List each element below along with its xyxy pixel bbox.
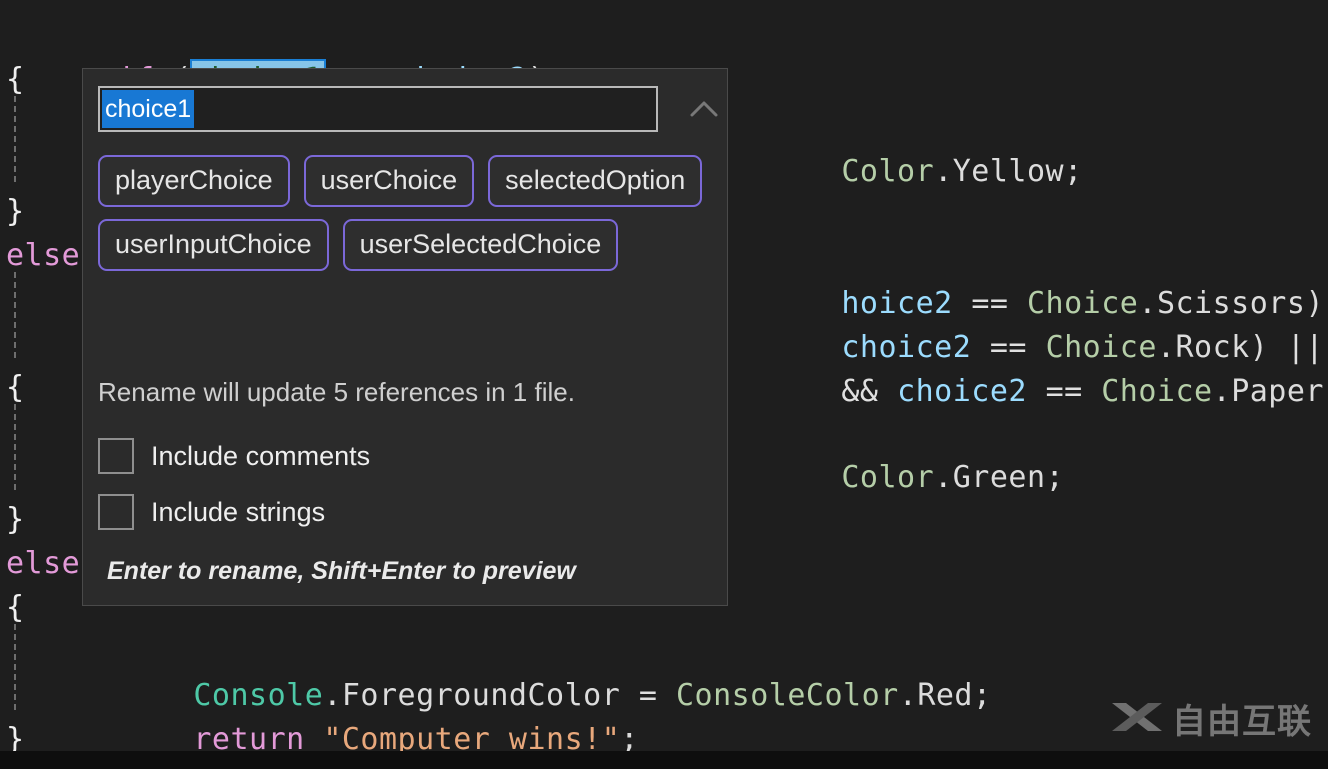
- keyword-else-2: else: [6, 546, 81, 581]
- include-comments-label: Include comments: [151, 440, 371, 471]
- include-strings-checkbox[interactable]: [98, 494, 134, 530]
- semicolon-1: ;: [1064, 154, 1083, 189]
- brace-close-2: }: [6, 502, 25, 537]
- dot-enum: .: [898, 678, 918, 713]
- dot-1: .: [934, 154, 953, 189]
- indent-guide-1: [14, 96, 16, 182]
- keyboard-hint-text: Enter to rename, Shift+Enter to preview: [107, 557, 576, 585]
- sp-a3: [1324, 286, 1328, 321]
- indent-guide-4: [14, 624, 16, 710]
- rename-dialog[interactable]: choice1 playerChoice userChoice selected…: [82, 68, 728, 606]
- watermark-text: 自由互联: [1172, 702, 1312, 742]
- semicolon-2: ;: [1045, 460, 1065, 495]
- suggestion-chip-selectedoption[interactable]: selectedOption: [488, 155, 703, 207]
- sp-c: [879, 374, 898, 409]
- paren-c: )): [1324, 374, 1328, 409]
- indent-guide-3: [14, 404, 16, 490]
- suggestion-chip-playerchoice[interactable]: playerChoice: [98, 155, 290, 207]
- suggestion-chip-userselectedchoice[interactable]: userSelectedChoice: [342, 219, 619, 271]
- code-fragment-color-green: Color.Green;: [730, 412, 1064, 544]
- dot-2: .: [934, 460, 953, 495]
- enum-value-red: Red: [917, 678, 973, 713]
- include-comments-checkbox[interactable]: [98, 438, 134, 474]
- suggestion-chip-userchoice[interactable]: userChoice: [303, 155, 475, 207]
- member-yellow: Yellow: [952, 154, 1065, 189]
- sp-c3: [1083, 374, 1102, 409]
- bottom-bar: [0, 751, 1328, 769]
- member-paper: Paper: [1231, 374, 1324, 409]
- reference-count-note: Rename will update 5 references in 1 fil…: [98, 377, 575, 407]
- eq-c: ==: [1045, 374, 1083, 409]
- brace-close-1: }: [6, 194, 25, 229]
- identifier-choice2-c: choice2: [897, 374, 1027, 409]
- type-color-2: Color: [841, 460, 935, 495]
- dot-c: .: [1212, 374, 1232, 409]
- include-comments-row[interactable]: Include comments: [98, 438, 370, 474]
- rename-suggestions-list: playerChoice userChoice selectedOption u…: [98, 155, 714, 271]
- enum-choice-c: Choice: [1101, 374, 1213, 409]
- semicolon-3: ;: [973, 678, 992, 713]
- assign-operator: =: [638, 678, 658, 713]
- x-logo-icon: [1110, 697, 1164, 741]
- code-fragment-color-yellow: Color.Yellow;: [730, 106, 1083, 238]
- rename-input-row: choice1: [98, 86, 718, 134]
- sp-c2: [1027, 374, 1046, 409]
- and-c: &&: [841, 374, 879, 409]
- enum-consolecolor: ConsoleColor: [676, 678, 899, 713]
- suggestion-chip-userinputchoice[interactable]: userInputChoice: [98, 219, 329, 271]
- screenshot-root: if (choice1 == choice2) { } { } { } else…: [0, 0, 1328, 769]
- keyword-else-1: else: [6, 238, 81, 273]
- indent-guide-2: [14, 272, 16, 358]
- include-strings-label: Include strings: [151, 496, 326, 527]
- include-strings-row[interactable]: Include strings: [98, 494, 325, 530]
- watermark: 自由互联: [1110, 694, 1312, 743]
- chevron-up-icon[interactable]: [684, 94, 724, 124]
- type-color-1: Color: [841, 154, 935, 189]
- member-green: Green: [952, 460, 1046, 495]
- rename-input[interactable]: [98, 86, 658, 132]
- sp-d2: [657, 678, 676, 713]
